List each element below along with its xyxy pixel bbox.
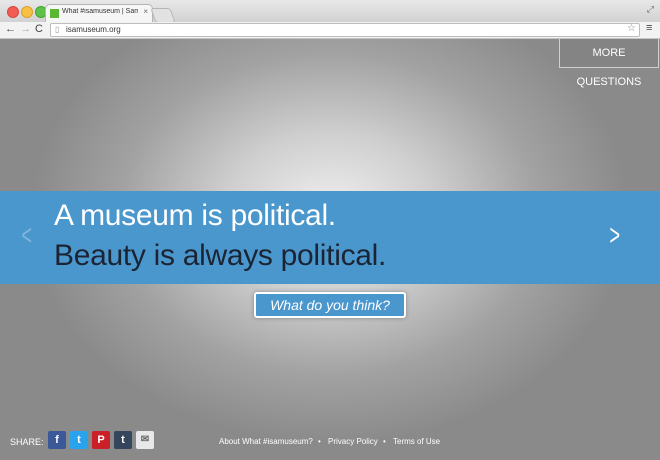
favicon-icon [50,9,59,18]
page-content: MORE QUESTIONS < A museum is political. … [0,39,660,460]
previous-arrow-icon[interactable]: < [22,219,33,253]
next-arrow-icon[interactable]: > [610,219,621,253]
pinterest-icon[interactable]: P [92,431,110,449]
browser-tab[interactable]: What #isamuseum | Sam × [45,4,153,23]
browser-toolbar: ← → C ▯ isamuseum.org ☆ ≡ [0,22,660,39]
forward-arrow-icon[interactable]: → [20,23,31,35]
fullscreen-icon[interactable]: ⤢ [647,4,654,15]
more-questions-button[interactable]: MORE QUESTIONS [559,39,659,88]
browser-titlebar: What #isamuseum | Sam × ⤢ [0,0,660,23]
tab-title: What #isamuseum | Sam [62,8,138,15]
star-icon[interactable]: ☆ [627,23,636,34]
mail-icon[interactable]: ✉ [136,431,154,449]
page-icon: ▯ [55,25,60,34]
new-tab-button[interactable] [150,8,176,23]
quote-band: < A museum is political. Beauty is alway… [0,191,660,284]
twitter-icon[interactable]: t [70,431,88,449]
quote-line-1: A museum is political. [54,199,336,232]
what-do-you-think-button[interactable]: What do you think? [254,292,406,318]
footer-separator: • [383,437,386,446]
share-label: SHARE: [10,437,44,447]
minimize-window-button[interactable] [21,6,33,18]
footer-link-about[interactable]: About What #isamuseum? [219,437,313,446]
url-text[interactable]: isamuseum.org [66,25,121,34]
quote-line-2: Beauty is always political. [54,239,387,272]
menu-icon[interactable]: ≡ [646,22,652,34]
facebook-icon[interactable]: f [48,431,66,449]
tumblr-icon[interactable]: t [114,431,132,449]
footer-separator: • [318,437,321,446]
close-window-button[interactable] [7,6,19,18]
footer-link-privacy[interactable]: Privacy Policy [328,437,378,446]
tab-close-icon[interactable]: × [143,7,148,16]
footer-link-terms[interactable]: Terms of Use [393,437,440,446]
reload-icon[interactable]: C [35,23,43,35]
back-arrow-icon[interactable]: ← [5,23,16,35]
address-bar[interactable]: ▯ isamuseum.org [50,23,640,37]
